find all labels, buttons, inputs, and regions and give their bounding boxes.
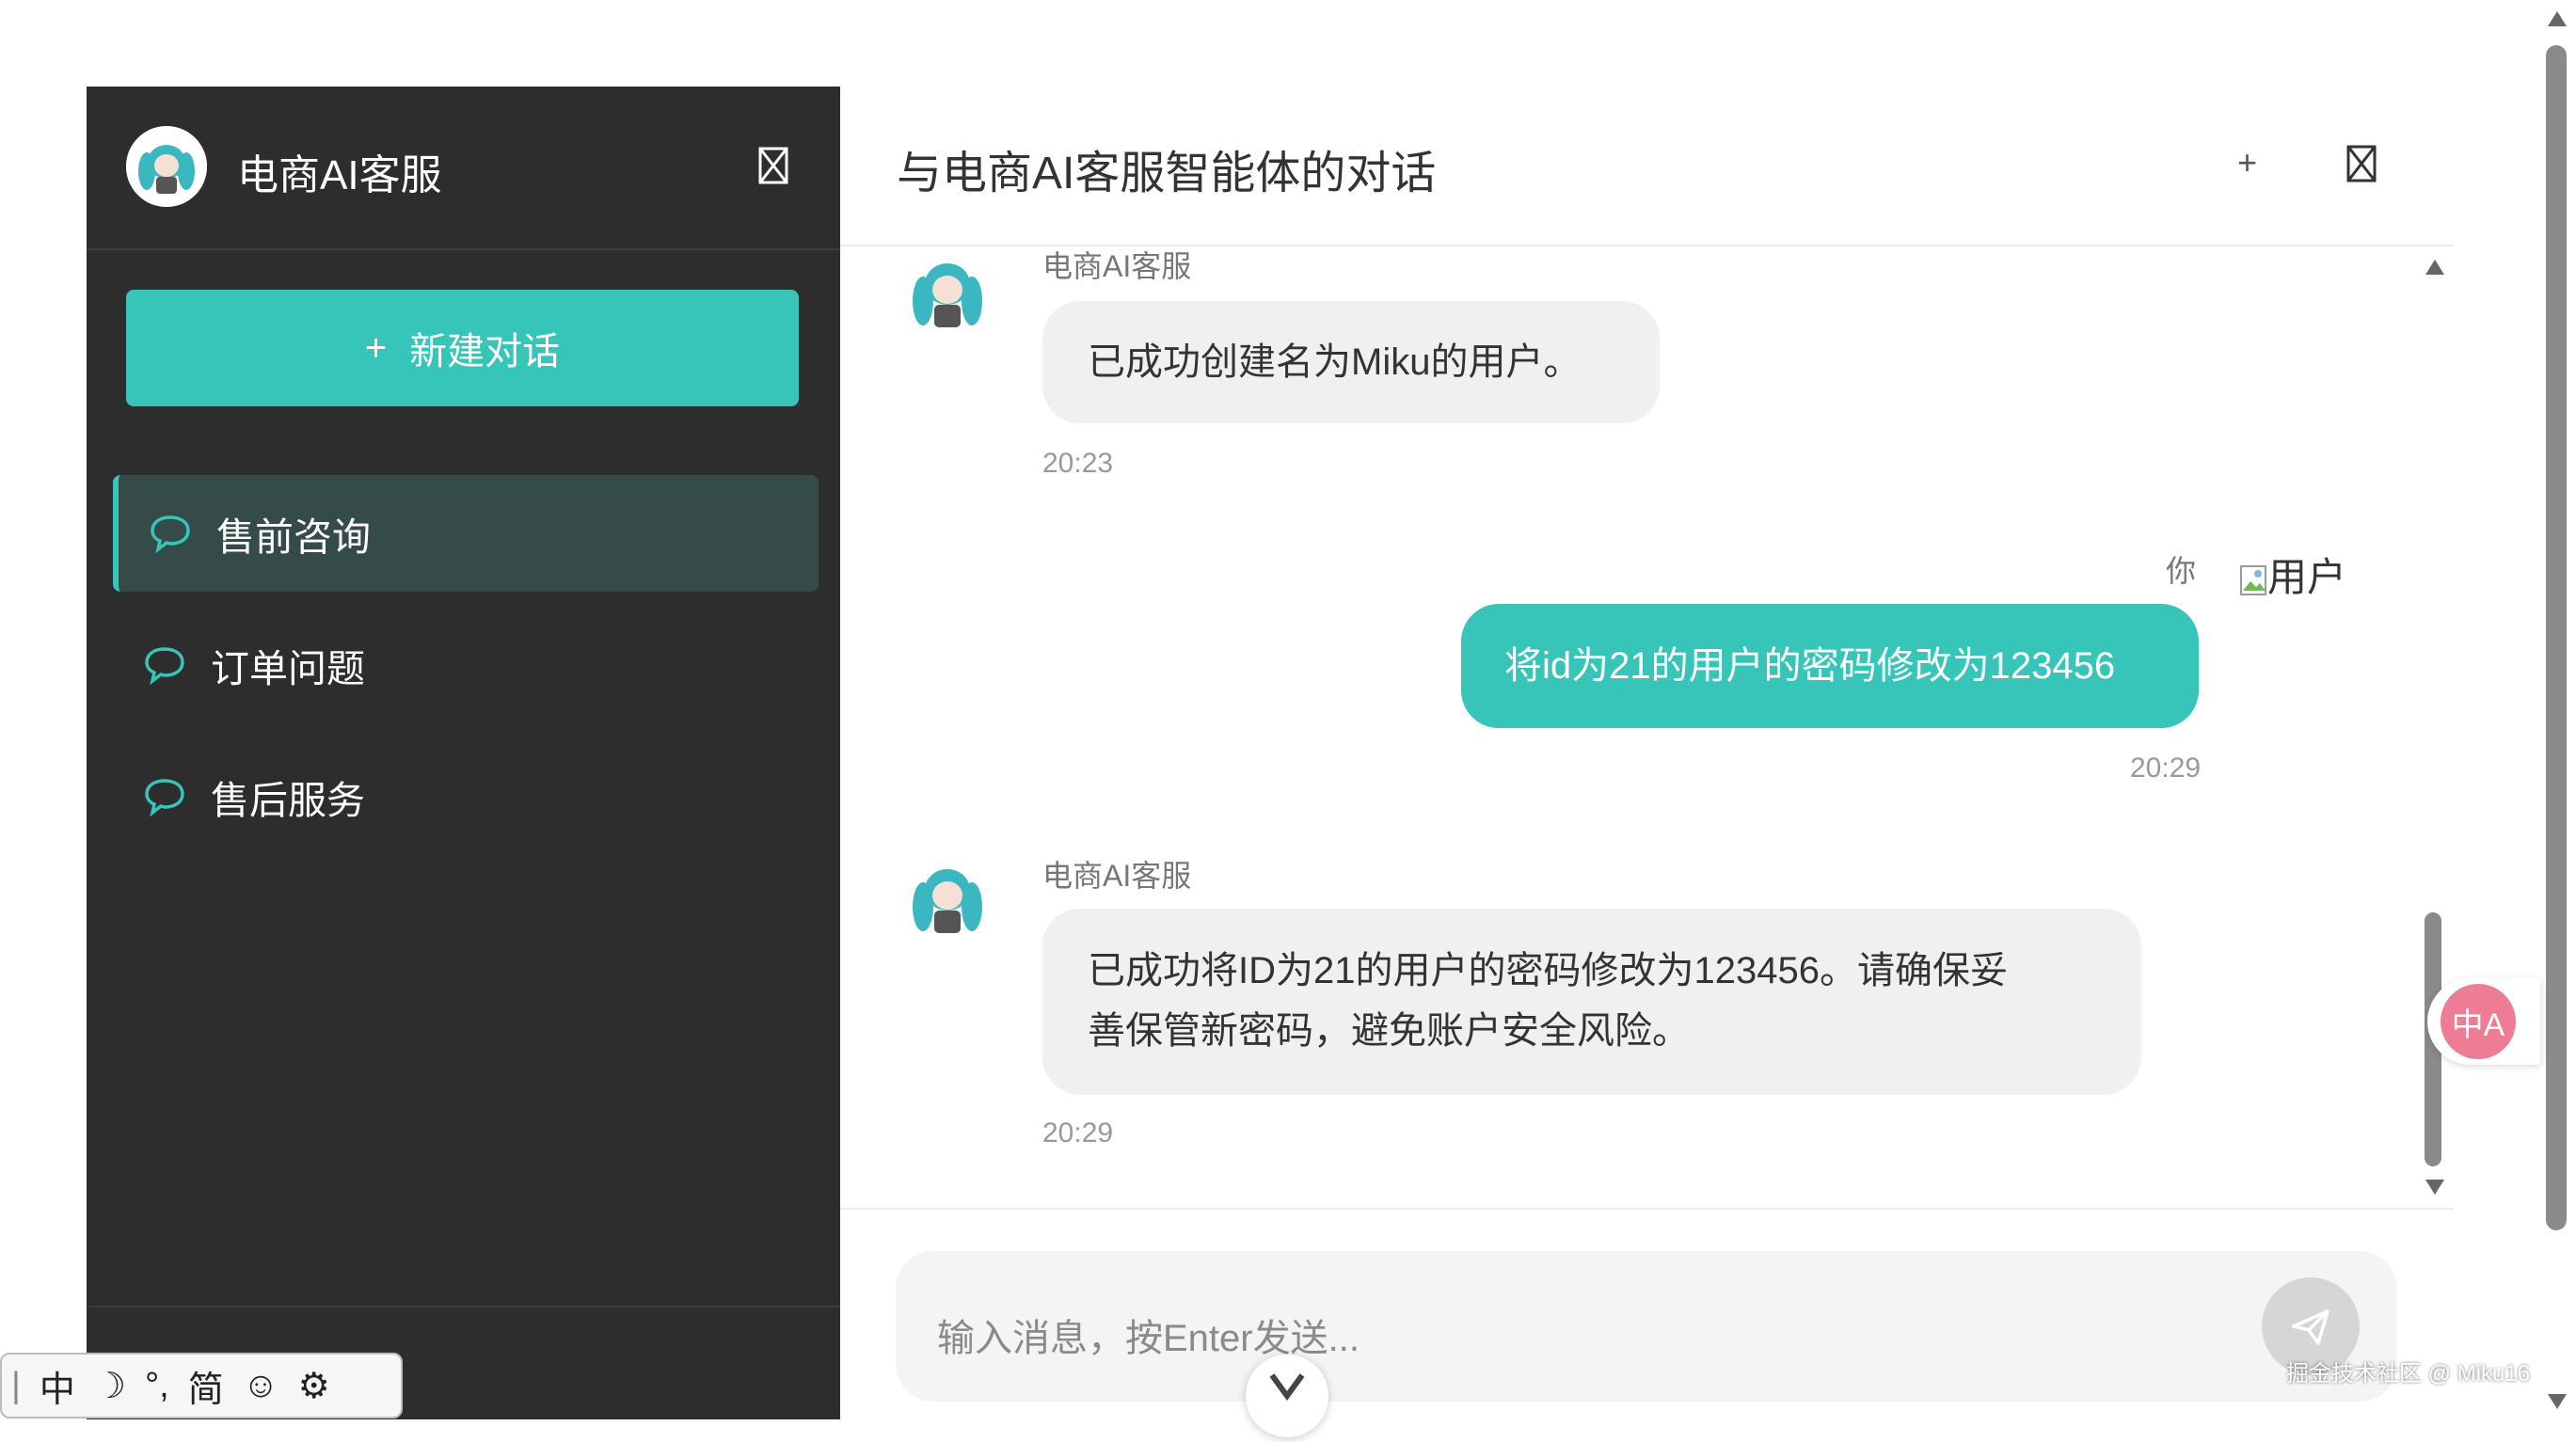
message-time: 20:29 [1042,1117,1114,1149]
sidebar: 电商AI客服 + 新建对话 售前咨询 订单问题 售后服务 [87,87,840,1419]
conversation-label: 售后服务 [211,779,365,822]
message-input-container [896,1251,2397,1402]
chat-title: 与电商AI客服智能体的对话 [897,149,1437,198]
sidebar-title: 电商AI客服 [237,152,442,198]
conversation-item-presales[interactable]: 售前咨询 [113,475,819,592]
ime-handle[interactable]: | [11,1366,21,1406]
user-avatar: 用户 [2239,546,2346,603]
close-icon[interactable] [2341,143,2382,184]
punctuation-icon[interactable]: °, [145,1366,169,1406]
translate-icon: 中A [2441,984,2516,1059]
chevron-down-icon [1269,1373,1305,1402]
message-sender: 你 [2166,554,2197,588]
page-scroll-up-icon[interactable] [2544,8,2570,30]
send-icon [2292,1309,2330,1345]
user-message-bubble: 将id为21的用户的密码修改为123456 [1461,604,2199,728]
chat-bubble-icon [145,647,184,685]
ime-simplified[interactable]: 简 [188,1360,224,1412]
message-sender: 电商AI客服 [1042,249,1192,283]
scroll-to-bottom-button[interactable] [1246,1355,1328,1437]
ai-message-bubble: 已成功创建名为Miku的用户。 [1042,301,1660,423]
message-time: 20:23 [1042,448,1114,479]
message-input[interactable] [935,1309,2162,1368]
moon-icon[interactable]: ☽ [94,1365,126,1407]
conversation-label: 售前咨询 [216,515,371,559]
conversation-label: 订单问题 [211,647,365,690]
message-text-line: 已成功将ID为21的用户的密码修改为123456。请确保妥 [1088,950,2008,991]
sidebar-divider [87,1306,840,1307]
bot-message-avatar [898,246,996,344]
bot-avatar [126,126,207,207]
input-divider [840,1208,2454,1210]
conversation-item-aftersales[interactable]: 售后服务 [113,738,813,855]
new-chat-label: 新建对话 [409,331,561,372]
chat-bubble-icon [145,779,184,816]
ime-chinese-mode[interactable]: 中 [40,1360,75,1412]
user-avatar-alt: 用户 [2267,555,2347,599]
emoji-icon[interactable]: ☺ [243,1366,279,1406]
plus-icon: + [364,326,388,369]
new-chat-plus-icon[interactable]: + [2237,143,2257,182]
message-sender: 电商AI客服 [1042,859,1192,893]
ai-message-bubble: 已成功将ID为21的用户的密码修改为123456。请确保妥 善保管新密码，避免账… [1042,909,2141,1095]
page-scrollbar-thumb[interactable] [2546,45,2567,1230]
translate-button[interactable]: 中A [2427,978,2540,1065]
sidebar-header: 电商AI客服 [87,87,840,250]
page-scroll-down-icon[interactable] [2544,1390,2570,1413]
collapse-sidebar-icon[interactable] [753,145,794,186]
bot-message-avatar [898,852,996,950]
chat-header: 与电商AI客服智能体的对话 + [840,87,2454,246]
message-time: 20:29 [2130,753,2202,784]
chat-bubble-icon [151,515,190,553]
watermark: 掘金技术社区 @ Miku16 [2286,1361,2531,1387]
ime-toolbar: | 中 ☽ °, 简 ☺ ⚙ [0,1353,403,1418]
gear-icon[interactable]: ⚙ [298,1365,330,1407]
new-chat-button[interactable]: + 新建对话 [126,290,799,406]
message-text-line: 善保管新密码，避免账户安全风险。 [1088,1010,1690,1052]
conversation-item-order[interactable]: 订单问题 [113,607,813,723]
